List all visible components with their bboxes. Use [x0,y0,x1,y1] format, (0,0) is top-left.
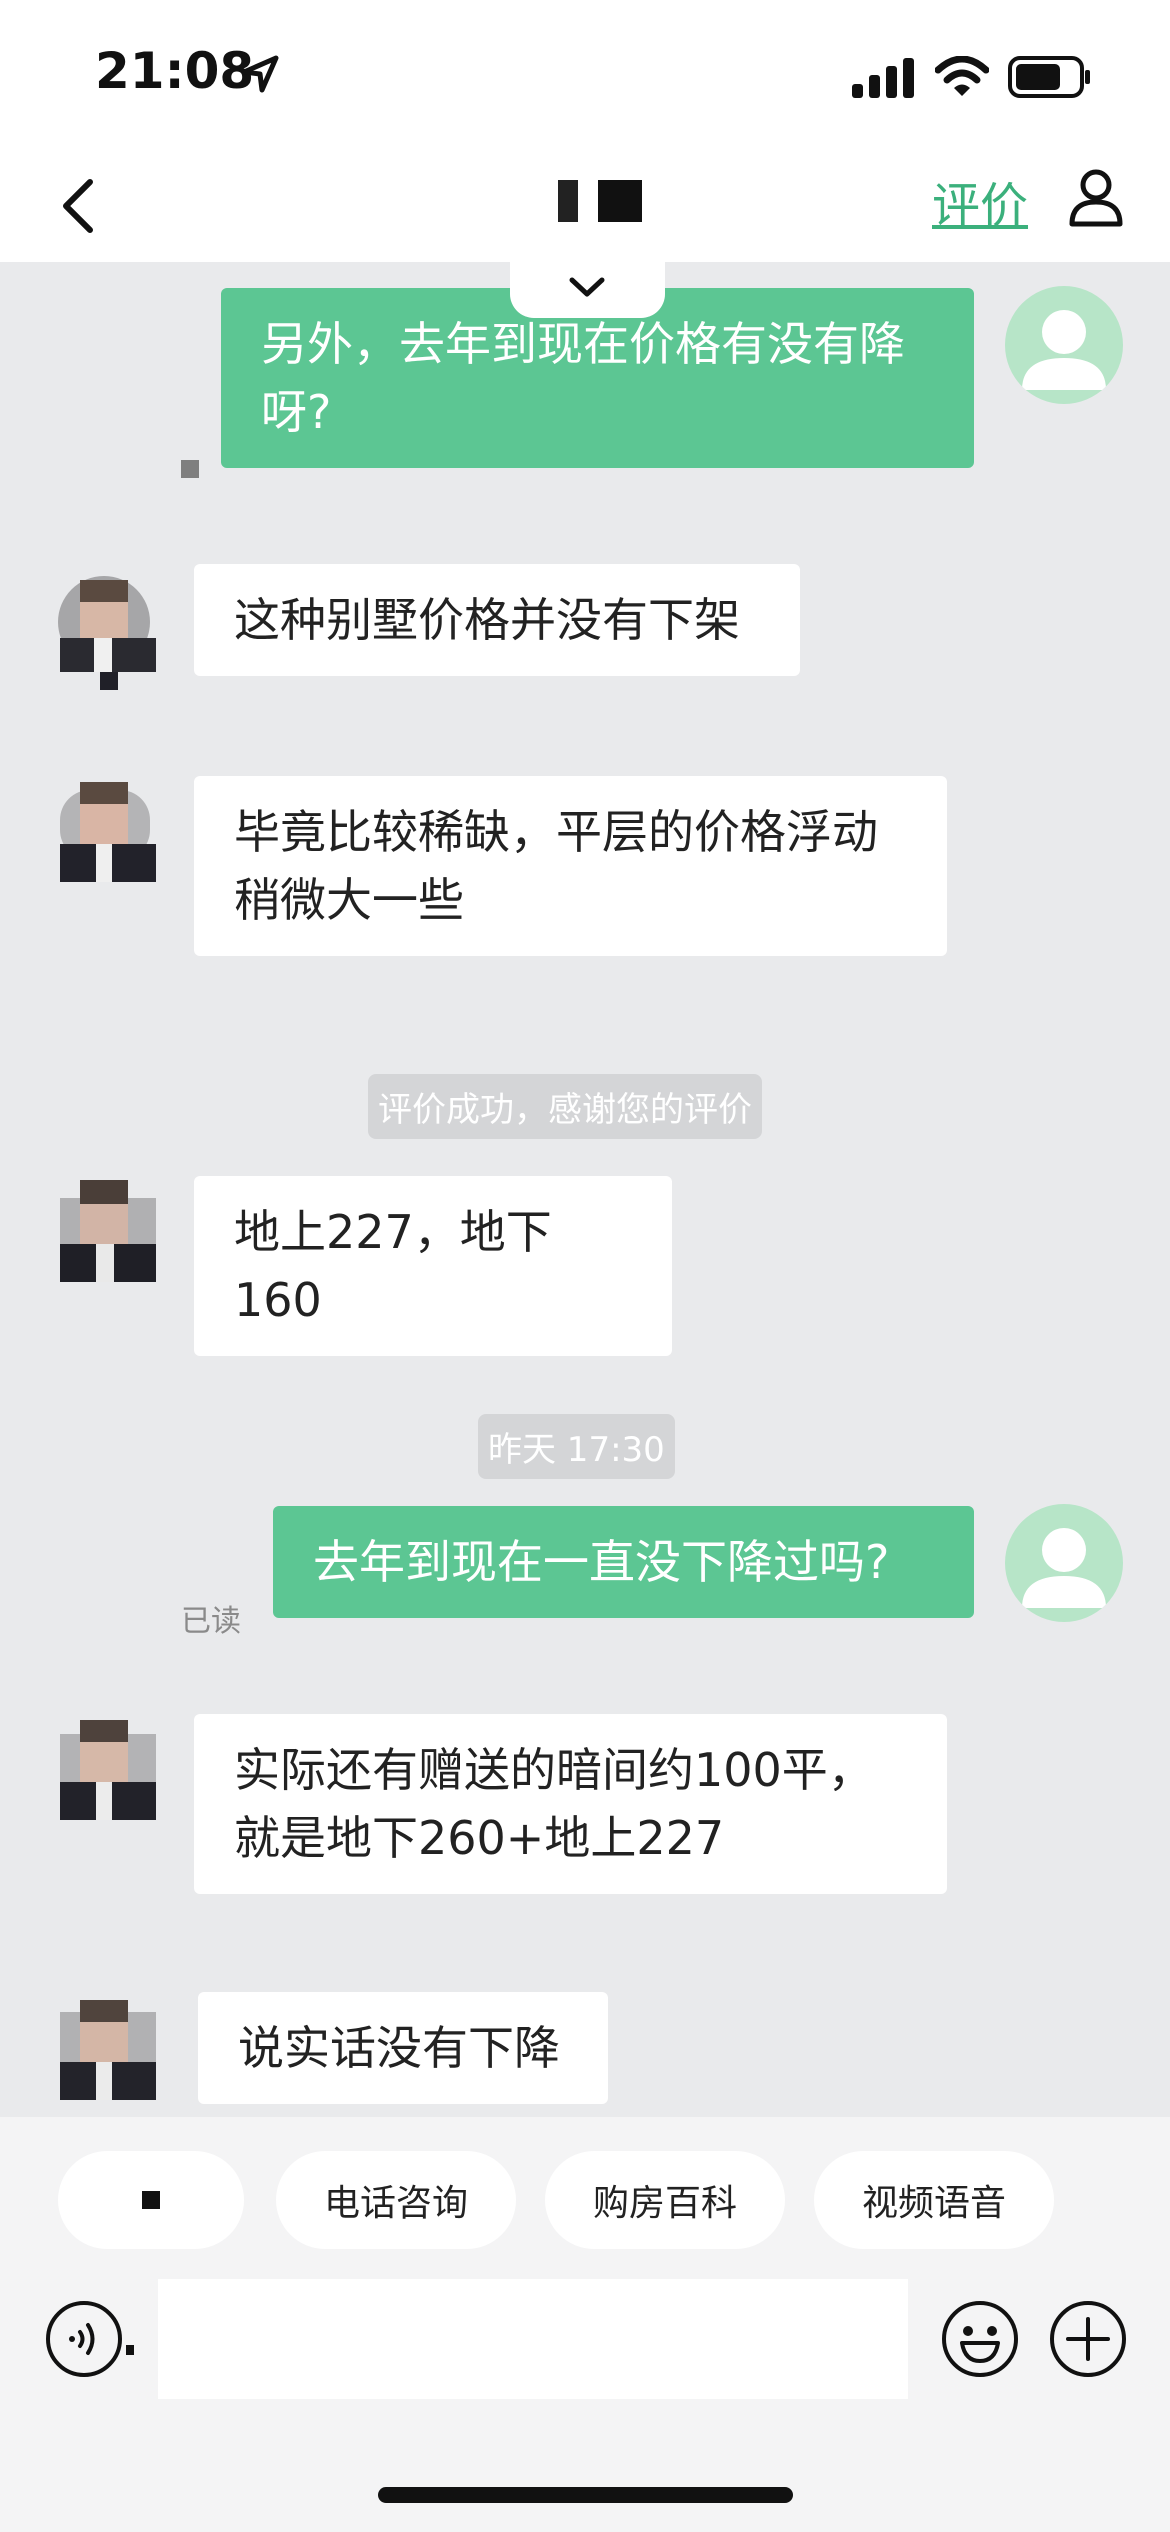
my-avatar[interactable] [1005,286,1123,404]
message-input[interactable] [158,2279,908,2399]
emoji-icon[interactable] [940,2299,1020,2379]
status-time: 21:08 [95,42,255,100]
chevron-down-icon [569,277,605,297]
wifi-icon [935,56,989,96]
default-avatar-icon [1022,310,1106,390]
plus-icon[interactable] [1048,2299,1128,2379]
back-icon[interactable] [50,170,110,242]
phone-consult-chip[interactable]: 电话咨询 [276,2151,516,2249]
message-bubble-incoming[interactable]: 说实话没有下降 [198,1992,608,2104]
signal-icon [852,58,914,98]
timestamp: 昨天 17:30 [478,1414,675,1479]
person-icon[interactable] [1068,168,1124,228]
default-avatar-icon [1022,1528,1106,1608]
agent-avatar[interactable] [44,572,164,692]
read-status: 已读 [181,1604,241,1639]
video-voice-chip[interactable]: 视频语音 [814,2151,1054,2249]
message-bubble-incoming[interactable]: 实际还有赠送的暗间约100平，就是地下260+地上227 [194,1714,947,1894]
collapse-header-button[interactable] [510,262,665,318]
status-bar: 21:08 [0,0,1170,150]
nav-bar: 评价 [0,150,1170,262]
quick-action-chip-redacted[interactable] [58,2151,244,2249]
agent-avatar[interactable] [44,780,164,900]
contact-name-mosaic [558,180,642,222]
location-arrow-icon [241,55,279,93]
my-avatar[interactable] [1005,1504,1123,1622]
chat-list[interactable]: 另外，去年到现在价格有没有降呀? 这种别墅价格并没有下架 毕竟比较稀缺，平层的价… [0,262,1170,2117]
voice-icon[interactable] [44,2299,134,2379]
housing-wiki-chip[interactable]: 购房百科 [545,2151,785,2249]
bottom-toolbar: 电话咨询 购房百科 视频语音 [0,2117,1170,2532]
battery-icon [1008,56,1090,98]
agent-avatar[interactable] [44,1998,164,2118]
system-tip: 评价成功，感谢您的评价 [368,1074,762,1139]
agent-avatar[interactable] [44,1178,164,1298]
rate-button[interactable]: 评价 [932,166,1028,236]
home-indicator [378,2487,793,2503]
message-bubble-incoming[interactable]: 地上227，地下160 [194,1176,672,1356]
redacted-mark [142,2191,160,2209]
message-bubble-incoming[interactable]: 这种别墅价格并没有下架 [194,564,800,676]
message-bubble-outgoing[interactable]: 去年到现在一直没下降过吗? [273,1506,974,1618]
agent-avatar[interactable] [44,1718,164,1838]
send-status-mark [181,460,199,478]
message-bubble-incoming[interactable]: 毕竟比较稀缺，平层的价格浮动稍微大一些 [194,776,947,956]
